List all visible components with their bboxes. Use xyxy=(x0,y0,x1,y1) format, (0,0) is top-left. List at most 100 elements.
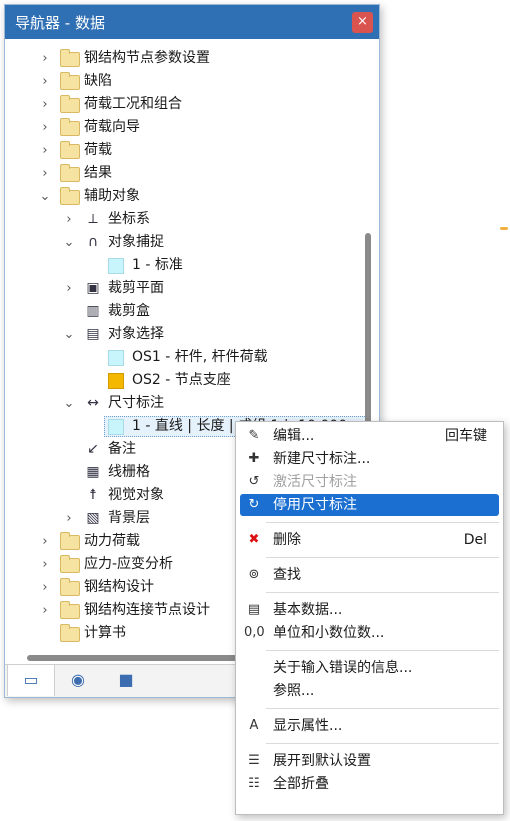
tree-item-label: 荷载 xyxy=(84,142,112,158)
tree-item[interactable]: ⌄ 辅助对象 xyxy=(5,185,367,208)
title-bar[interactable]: 导航器 - 数据 × xyxy=(5,5,379,39)
chevron-down-icon[interactable]: ⌄ xyxy=(62,323,76,346)
close-icon: × xyxy=(357,14,368,29)
visual-object-icon: ☨ xyxy=(89,487,97,503)
menu-item-label: 全部折叠 xyxy=(273,776,329,792)
menu-item[interactable]: ☰ 展开到默认设置 xyxy=(240,750,499,772)
tree-item[interactable]: ▥ 裁剪盒 xyxy=(5,300,367,323)
chevron-right-icon[interactable]: › xyxy=(38,93,52,116)
menu-item[interactable]: ☷ 全部折叠 xyxy=(240,773,499,795)
menu-item-label: 停用尺寸标注 xyxy=(273,497,357,513)
data-tab[interactable]: ▭ xyxy=(7,665,55,696)
menu-item[interactable]: ⊚ 查找 xyxy=(240,564,499,586)
edit-icon: ✎ xyxy=(248,428,260,443)
folder-icon xyxy=(60,187,80,205)
menu-item[interactable]: ✎ 编辑... 回车键 xyxy=(240,425,499,447)
binoculars-icon: ⊚ xyxy=(248,567,260,582)
chevron-down-icon[interactable]: ⌄ xyxy=(62,231,76,254)
tree-item-label: 辅助对象 xyxy=(84,188,140,204)
tree-item[interactable]: › 缺陷 xyxy=(5,70,367,93)
canvas-fragment xyxy=(500,227,508,230)
note-icon: ↙ xyxy=(87,441,99,457)
folder-icon xyxy=(60,624,80,642)
tree-item[interactable]: › ▣ 裁剪平面 xyxy=(5,277,367,300)
deactivate-dimension-icon: ↻ xyxy=(248,497,260,512)
chevron-right-icon[interactable]: › xyxy=(38,530,52,553)
views-tab[interactable]: ■ xyxy=(103,665,149,696)
tree-item-label: 线栅格 xyxy=(108,464,150,480)
chevron-right-icon[interactable]: › xyxy=(38,70,52,93)
dimension-icon: ↔ xyxy=(87,395,99,411)
chevron-right-icon[interactable]: › xyxy=(38,47,52,70)
menu-separator xyxy=(266,708,499,709)
menu-item-label: 新建尺寸标注... xyxy=(273,451,371,467)
chevron-right-icon[interactable]: › xyxy=(38,116,52,139)
tree-item[interactable]: › ⟂ 坐标系 xyxy=(5,208,367,231)
menu-separator xyxy=(266,522,499,523)
menu-item[interactable]: 参照... xyxy=(240,680,499,702)
tree-item-label: 裁剪平面 xyxy=(108,280,164,296)
menu-item-label: 展开到默认设置 xyxy=(273,753,371,769)
chevron-right-icon[interactable]: › xyxy=(38,576,52,599)
tree-item-label: 动力荷载 xyxy=(84,533,140,549)
folder-icon xyxy=(60,601,80,619)
object-selection-icon: ▤ xyxy=(86,326,100,342)
tree-item[interactable]: › 荷载工况和组合 xyxy=(5,93,367,116)
tree-item-label: 钢结构连接节点设计 xyxy=(84,602,210,618)
line-grid-icon: ▦ xyxy=(86,464,100,480)
menu-item[interactable]: A 显示属性... xyxy=(240,715,499,737)
tree-item-label: 荷载向导 xyxy=(84,119,140,135)
orange-swatch-icon xyxy=(108,373,124,389)
tree-item[interactable]: OS1 - 杆件, 杆件荷载 xyxy=(5,346,367,369)
menu-item[interactable]: 关于输入错误的信息... xyxy=(240,657,499,679)
menu-item-label: 查找 xyxy=(273,567,301,583)
chevron-down-icon[interactable]: ⌄ xyxy=(38,185,52,208)
menu-item[interactable]: ▤ 基本数据... xyxy=(240,599,499,621)
chevron-right-icon[interactable]: › xyxy=(62,277,76,300)
tree-item[interactable]: ⌄ ▤ 对象选择 xyxy=(5,323,367,346)
cyan-swatch-icon xyxy=(108,258,124,274)
chevron-right-icon[interactable]: › xyxy=(38,599,52,622)
tree-item[interactable]: › 结果 xyxy=(5,162,367,185)
tree-item[interactable]: ⌄ ↔ 尺寸标注 xyxy=(5,392,367,415)
folder-icon xyxy=(60,555,80,573)
tree-item[interactable]: › 荷载 xyxy=(5,139,367,162)
tree-item[interactable]: OS2 - 节点支座 xyxy=(5,369,367,392)
tree-item-label: 对象选择 xyxy=(108,326,164,342)
chevron-right-icon[interactable]: › xyxy=(38,162,52,185)
tree-item-label: 背景层 xyxy=(108,510,150,526)
tree-item[interactable]: ⌄ ∩ 对象捕捉 xyxy=(5,231,367,254)
tree-item-label: 计算书 xyxy=(84,625,126,641)
folder-icon xyxy=(60,164,80,182)
menu-item-label: 编辑... xyxy=(273,428,315,444)
chevron-right-icon[interactable]: › xyxy=(62,507,76,530)
chevron-down-icon[interactable]: ⌄ xyxy=(62,392,76,415)
tree-item-label: 1 - 标准 xyxy=(132,257,183,273)
folder-icon xyxy=(60,532,80,550)
display-tab[interactable]: ◉ xyxy=(55,665,101,696)
units-decimals-icon: 0,0 xyxy=(244,625,265,640)
tree-item[interactable]: › 荷载向导 xyxy=(5,116,367,139)
coordinate-system-icon: ⟂ xyxy=(88,211,98,227)
close-button[interactable]: × xyxy=(352,12,373,33)
chevron-right-icon[interactable]: › xyxy=(38,553,52,576)
tree-item-label: 裁剪盒 xyxy=(108,303,150,319)
new-dimension-icon: ✚ xyxy=(248,451,260,466)
tree-item-label: OS2 - 节点支座 xyxy=(132,372,231,388)
menu-item-shortcut: 回车键 xyxy=(445,428,487,444)
menu-item-label: 删除 xyxy=(273,532,301,548)
menu-item[interactable]: ✚ 新建尺寸标注... xyxy=(240,448,499,470)
menu-item[interactable]: ✖ 删除 Del xyxy=(240,529,499,551)
menu-item[interactable]: 0,0 单位和小数位数... xyxy=(240,622,499,644)
tree-item-label: 视觉对象 xyxy=(108,487,164,503)
clipping-plane-icon: ▣ xyxy=(86,280,100,296)
chevron-right-icon[interactable]: › xyxy=(38,139,52,162)
horizontal-scrollbar[interactable] xyxy=(27,655,237,661)
chevron-right-icon[interactable]: › xyxy=(62,208,76,231)
menu-item[interactable]: ↻ 停用尺寸标注 xyxy=(240,494,499,516)
tree-item-label: 钢结构设计 xyxy=(84,579,154,595)
background-layer-icon: ▧ xyxy=(86,510,100,526)
tree-item[interactable]: 1 - 标准 xyxy=(5,254,367,277)
tree-item-label: 结果 xyxy=(84,165,112,181)
tree-item[interactable]: › 钢结构节点参数设置 xyxy=(5,47,367,70)
